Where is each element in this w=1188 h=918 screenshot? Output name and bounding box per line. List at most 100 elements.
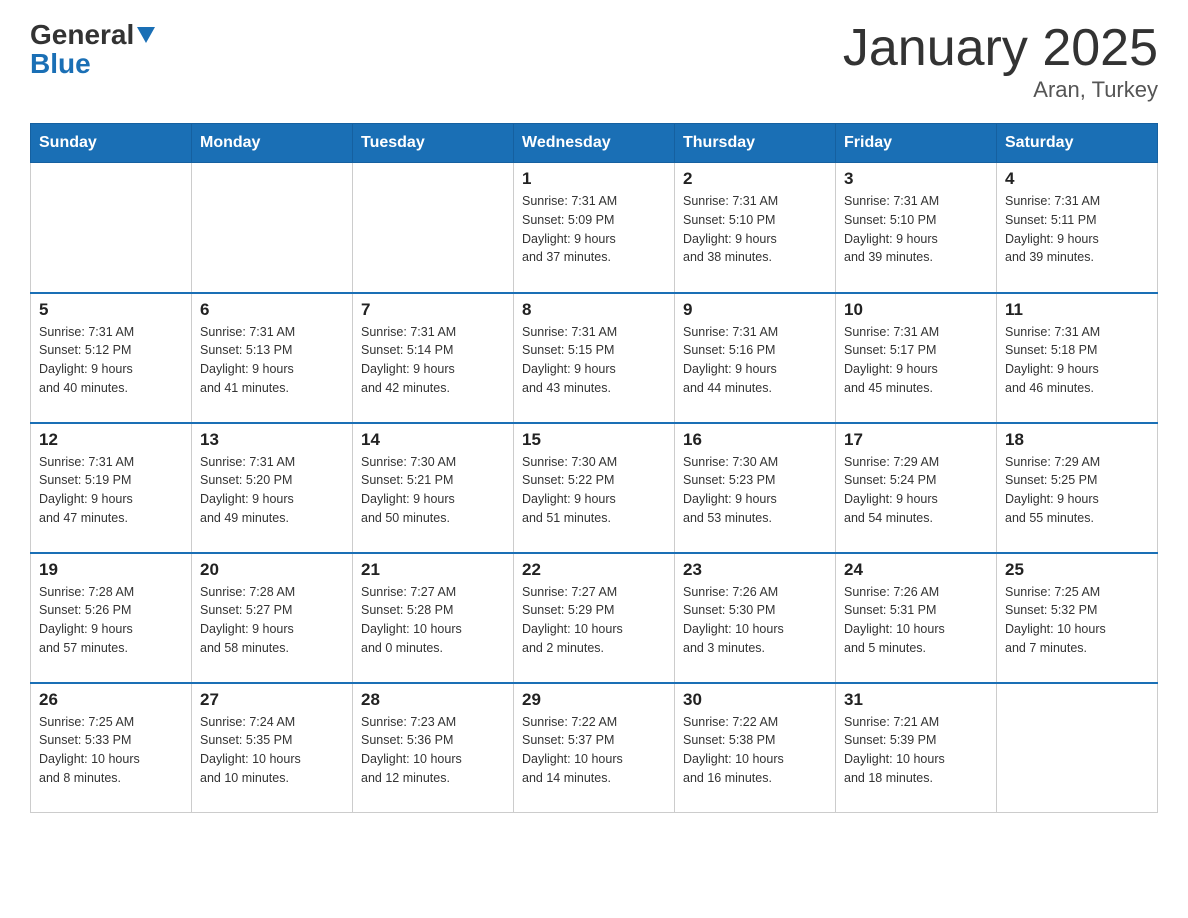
- calendar-week-row: 12Sunrise: 7:31 AMSunset: 5:19 PMDayligh…: [31, 423, 1158, 553]
- day-number: 17: [844, 430, 988, 450]
- day-number: 22: [522, 560, 666, 580]
- day-number: 3: [844, 169, 988, 189]
- day-info: Sunrise: 7:28 AMSunset: 5:26 PMDaylight:…: [39, 583, 183, 658]
- table-row: 22 Sunrise: 7:27 AMSunset: 5:29 PMDayligh…: [514, 553, 675, 683]
- logo-blue-text: Blue: [30, 50, 155, 78]
- table-row: 3 Sunrise: 7:31 AMSunset: 5:10 PMDaylight…: [836, 163, 997, 293]
- day-info: Sunrise: 7:30 AMSunset: 5:23 PMDaylight:…: [683, 453, 827, 528]
- day-number: 10: [844, 300, 988, 320]
- table-row: 10 Sunrise: 7:31 AMSunset: 5:17 PMDayligh…: [836, 293, 997, 423]
- table-row: 2 Sunrise: 7:31 AMSunset: 5:10 PMDaylight…: [675, 163, 836, 293]
- table-row: 26Sunrise: 7:25 AMSunset: 5:33 PMDayligh…: [31, 683, 192, 813]
- col-tuesday: Tuesday: [353, 124, 514, 163]
- day-number: 30: [683, 690, 827, 710]
- table-row: 9 Sunrise: 7:31 AMSunset: 5:16 PMDaylight…: [675, 293, 836, 423]
- table-row: 13 Sunrise: 7:31 AMSunset: 5:20 PMDayligh…: [192, 423, 353, 553]
- logo-triangle-icon: [137, 27, 155, 43]
- day-info: Sunrise: 7:26 AMSunset: 5:31 PMDaylight:…: [844, 583, 988, 658]
- day-info: Sunrise: 7:30 AMSunset: 5:21 PMDaylight:…: [361, 453, 505, 528]
- page-title: January 2025: [843, 20, 1158, 77]
- day-info: Sunrise: 7:30 AMSunset: 5:22 PMDaylight:…: [522, 453, 666, 528]
- table-row: 14Sunrise: 7:30 AMSunset: 5:21 PMDayligh…: [353, 423, 514, 553]
- day-number: 5: [39, 300, 183, 320]
- table-row: 19 Sunrise: 7:28 AMSunset: 5:26 PMDayligh…: [31, 553, 192, 683]
- calendar-table: Sunday Monday Tuesday Wednesday Thursday…: [30, 123, 1158, 813]
- title-block: January 2025 Aran, Turkey: [843, 20, 1158, 103]
- day-info: Sunrise: 7:31 AMSunset: 5:17 PMDaylight:…: [844, 323, 988, 398]
- day-number: 24: [844, 560, 988, 580]
- day-info: Sunrise: 7:31 AMSunset: 5:12 PMDaylight:…: [39, 323, 183, 398]
- col-saturday: Saturday: [997, 124, 1158, 163]
- day-info: Sunrise: 7:28 AMSunset: 5:27 PMDaylight:…: [200, 583, 344, 658]
- day-number: 29: [522, 690, 666, 710]
- col-sunday: Sunday: [31, 124, 192, 163]
- calendar-week-row: 19 Sunrise: 7:28 AMSunset: 5:26 PMDayligh…: [31, 553, 1158, 683]
- day-number: 8: [522, 300, 666, 320]
- day-info: Sunrise: 7:31 AMSunset: 5:15 PMDaylight:…: [522, 323, 666, 398]
- table-row: 4 Sunrise: 7:31 AMSunset: 5:11 PMDaylight…: [997, 163, 1158, 293]
- day-number: 6: [200, 300, 344, 320]
- day-info: Sunrise: 7:31 AMSunset: 5:11 PMDaylight:…: [1005, 192, 1149, 267]
- day-info: Sunrise: 7:22 AMSunset: 5:38 PMDaylight:…: [683, 713, 827, 788]
- page-subtitle: Aran, Turkey: [843, 77, 1158, 103]
- day-info: Sunrise: 7:21 AMSunset: 5:39 PMDaylight:…: [844, 713, 988, 788]
- table-row: [31, 163, 192, 293]
- day-number: 16: [683, 430, 827, 450]
- day-info: Sunrise: 7:31 AMSunset: 5:10 PMDaylight:…: [844, 192, 988, 267]
- day-info: Sunrise: 7:31 AMSunset: 5:18 PMDaylight:…: [1005, 323, 1149, 398]
- day-number: 1: [522, 169, 666, 189]
- day-number: 9: [683, 300, 827, 320]
- table-row: [353, 163, 514, 293]
- day-info: Sunrise: 7:31 AMSunset: 5:20 PMDaylight:…: [200, 453, 344, 528]
- day-info: Sunrise: 7:23 AMSunset: 5:36 PMDaylight:…: [361, 713, 505, 788]
- day-number: 18: [1005, 430, 1149, 450]
- day-number: 13: [200, 430, 344, 450]
- day-number: 7: [361, 300, 505, 320]
- day-number: 27: [200, 690, 344, 710]
- day-number: 12: [39, 430, 183, 450]
- page-header: General Blue January 2025 Aran, Turkey: [30, 20, 1158, 103]
- day-number: 2: [683, 169, 827, 189]
- day-number: 20: [200, 560, 344, 580]
- day-info: Sunrise: 7:29 AMSunset: 5:25 PMDaylight:…: [1005, 453, 1149, 528]
- table-row: [997, 683, 1158, 813]
- table-row: 11 Sunrise: 7:31 AMSunset: 5:18 PMDayligh…: [997, 293, 1158, 423]
- table-row: 15 Sunrise: 7:30 AMSunset: 5:22 PMDayligh…: [514, 423, 675, 553]
- day-info: Sunrise: 7:27 AMSunset: 5:29 PMDaylight:…: [522, 583, 666, 658]
- col-thursday: Thursday: [675, 124, 836, 163]
- day-number: 19: [39, 560, 183, 580]
- col-monday: Monday: [192, 124, 353, 163]
- logo: General Blue: [30, 20, 155, 78]
- day-info: Sunrise: 7:29 AMSunset: 5:24 PMDaylight:…: [844, 453, 988, 528]
- logo-general-text: General: [30, 21, 134, 49]
- day-info: Sunrise: 7:31 AMSunset: 5:09 PMDaylight:…: [522, 192, 666, 267]
- day-number: 21: [361, 560, 505, 580]
- col-wednesday: Wednesday: [514, 124, 675, 163]
- day-info: Sunrise: 7:31 AMSunset: 5:16 PMDaylight:…: [683, 323, 827, 398]
- day-info: Sunrise: 7:31 AMSunset: 5:10 PMDaylight:…: [683, 192, 827, 267]
- table-row: 1 Sunrise: 7:31 AMSunset: 5:09 PMDaylight…: [514, 163, 675, 293]
- table-row: 27Sunrise: 7:24 AMSunset: 5:35 PMDayligh…: [192, 683, 353, 813]
- day-number: 15: [522, 430, 666, 450]
- day-number: 31: [844, 690, 988, 710]
- table-row: 12Sunrise: 7:31 AMSunset: 5:19 PMDayligh…: [31, 423, 192, 553]
- calendar-week-row: 5 Sunrise: 7:31 AMSunset: 5:12 PMDaylight…: [31, 293, 1158, 423]
- table-row: 21 Sunrise: 7:27 AMSunset: 5:28 PMDayligh…: [353, 553, 514, 683]
- table-row: 29Sunrise: 7:22 AMSunset: 5:37 PMDayligh…: [514, 683, 675, 813]
- day-number: 11: [1005, 300, 1149, 320]
- table-row: 25Sunrise: 7:25 AMSunset: 5:32 PMDayligh…: [997, 553, 1158, 683]
- table-row: 20 Sunrise: 7:28 AMSunset: 5:27 PMDayligh…: [192, 553, 353, 683]
- calendar-week-row: 1 Sunrise: 7:31 AMSunset: 5:09 PMDaylight…: [31, 163, 1158, 293]
- day-info: Sunrise: 7:31 AMSunset: 5:13 PMDaylight:…: [200, 323, 344, 398]
- table-row: 30 Sunrise: 7:22 AMSunset: 5:38 PMDayligh…: [675, 683, 836, 813]
- day-number: 4: [1005, 169, 1149, 189]
- table-row: 5 Sunrise: 7:31 AMSunset: 5:12 PMDaylight…: [31, 293, 192, 423]
- day-info: Sunrise: 7:25 AMSunset: 5:33 PMDaylight:…: [39, 713, 183, 788]
- day-info: Sunrise: 7:25 AMSunset: 5:32 PMDaylight:…: [1005, 583, 1149, 658]
- table-row: 8 Sunrise: 7:31 AMSunset: 5:15 PMDaylight…: [514, 293, 675, 423]
- col-friday: Friday: [836, 124, 997, 163]
- table-row: 31 Sunrise: 7:21 AMSunset: 5:39 PMDayligh…: [836, 683, 997, 813]
- table-row: 23Sunrise: 7:26 AMSunset: 5:30 PMDayligh…: [675, 553, 836, 683]
- day-info: Sunrise: 7:27 AMSunset: 5:28 PMDaylight:…: [361, 583, 505, 658]
- table-row: 16 Sunrise: 7:30 AMSunset: 5:23 PMDayligh…: [675, 423, 836, 553]
